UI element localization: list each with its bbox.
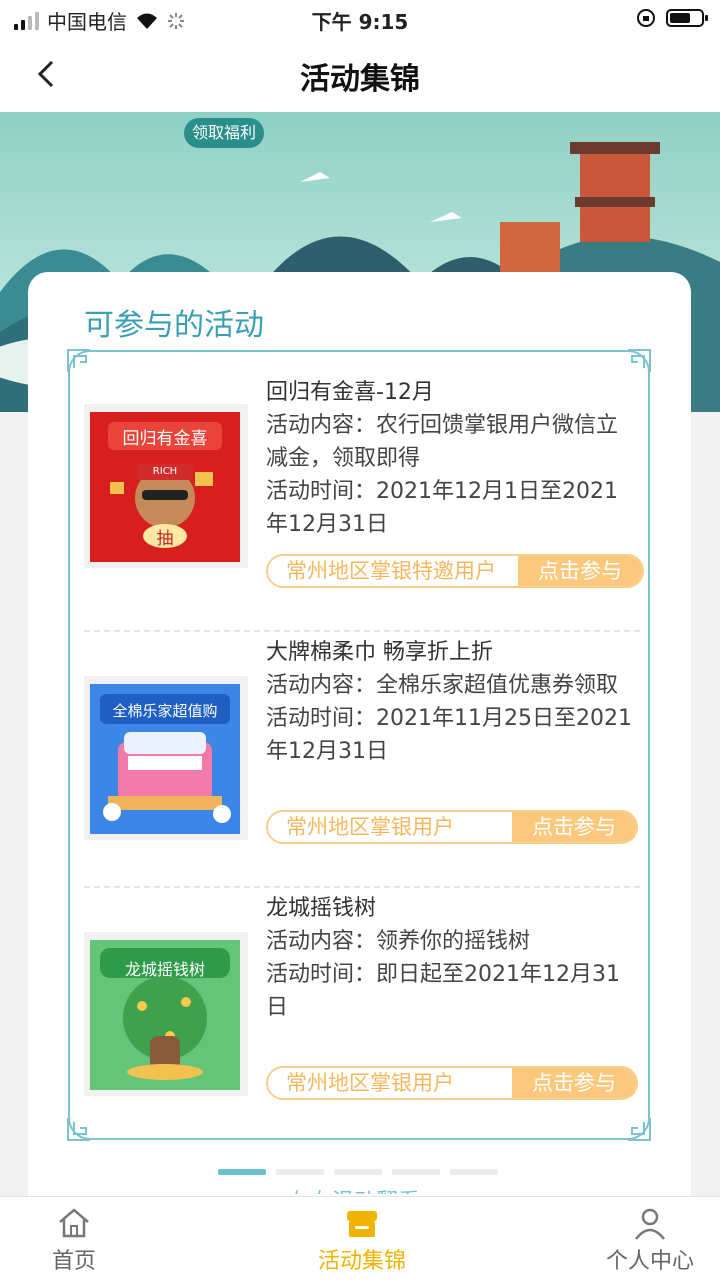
activity-time: 活动时间：2021年11月25日至2021年12月31日 [266,706,632,764]
pager-dot[interactable] [218,1169,266,1175]
pager-dot[interactable] [276,1169,324,1175]
rotation-lock-icon [637,9,655,27]
join-button[interactable]: 点击参与 [512,812,636,842]
nav-bar: 活动集锦 [0,36,720,113]
tab-label: 活动集锦 [317,1249,406,1274]
activity-content: 活动内容：全棉乐家超值优惠券领取 [266,673,619,698]
tab-activities[interactable]: 活动集锦 [282,1197,442,1281]
person-icon [635,1208,665,1240]
pager-dot[interactable] [392,1169,440,1175]
activity-content: 活动内容：领养你的摇钱树 [266,929,531,954]
status-bar: 中国电信 下午 9:15 [0,0,720,36]
thumb-badge: RICH [152,466,178,477]
activity-list: 回归有金喜 RICH 抽 回归有金喜-12月 活动内容：农行回馈掌银用户微信立减… [67,349,651,1141]
activities-card: 可参与的活动 回归有金喜 RICH 抽 回归有金喜-12月 活动内容：农行回馈掌… [28,272,691,1272]
activity-item[interactable]: 全棉乐家超值购 大牌棉柔巾 畅享折上折 活动内容：全棉乐家超值优惠券领取 活动时… [70,636,648,892]
shop-icon [347,1211,377,1237]
benefit-pill[interactable]: 领取福利 [184,118,264,148]
join-bar[interactable]: 常州地区掌银特邀用户 点击参与 [266,554,644,588]
tab-home[interactable]: 首页 [0,1197,154,1281]
activity-thumbnail: 全棉乐家超值购 [84,676,248,840]
activity-thumbnail: 回归有金喜 RICH 抽 [84,404,248,568]
pager-dot[interactable] [334,1169,382,1175]
activity-thumbnail: 龙城摇钱树 [84,932,248,1096]
tab-label: 个人中心 [605,1249,694,1274]
join-button[interactable]: 点击参与 [512,1068,636,1098]
thumb-label: 龙城摇钱树 [124,960,205,979]
activity-time: 活动时间：2021年12月1日至2021年12月31日 [266,479,618,537]
status-time: 下午 9:15 [311,10,409,34]
activity-name: 龙城摇钱树 [266,896,377,921]
tab-profile[interactable]: 个人中心 [570,1197,720,1281]
join-bar[interactable]: 常州地区掌银用户 点击参与 [266,1066,638,1100]
carousel-pager[interactable] [218,1169,498,1175]
join-button[interactable]: 点击参与 [518,556,642,586]
pager-dot[interactable] [450,1169,498,1175]
activity-item[interactable]: 龙城摇钱树 龙城摇钱树 活动内容：领养你的摇钱树 活动时间：即日起至2021年1… [70,892,648,1148]
join-bar[interactable]: 常州地区掌银用户 点击参与 [266,810,638,844]
page-title: 活动集锦 [300,62,420,97]
thumb-sub: 抽 [156,529,174,549]
activity-item[interactable]: 回归有金喜 RICH 抽 回归有金喜-12月 活动内容：农行回馈掌银用户微信立减… [70,352,648,608]
thumb-label: 回归有金喜 [122,429,208,449]
activity-name: 回归有金喜-12月 [266,380,434,405]
swipe-hint: 左右滑动翻看 [288,1184,420,1194]
home-icon [59,1208,89,1238]
activity-time: 活动时间：即日起至2021年12月31日 [266,962,620,1020]
battery-icon [666,9,708,27]
tab-label: 首页 [51,1249,96,1274]
item-divider [84,886,640,888]
section-title: 可参与的活动 [84,308,264,343]
thumb-label: 全棉乐家超值购 [112,702,218,720]
item-divider [84,630,640,632]
audience-tag: 常州地区掌银特邀用户 [286,559,496,583]
tab-bar: 首页 活动集锦 个人中心 [0,1196,720,1281]
activity-content: 活动内容：农行回馈掌银用户微信立减金，领取即得 [266,413,619,471]
audience-tag: 常州地区掌银用户 [286,815,454,839]
activity-name: 大牌棉柔巾 畅享折上折 [266,640,493,665]
audience-tag: 常州地区掌银用户 [286,1071,454,1095]
